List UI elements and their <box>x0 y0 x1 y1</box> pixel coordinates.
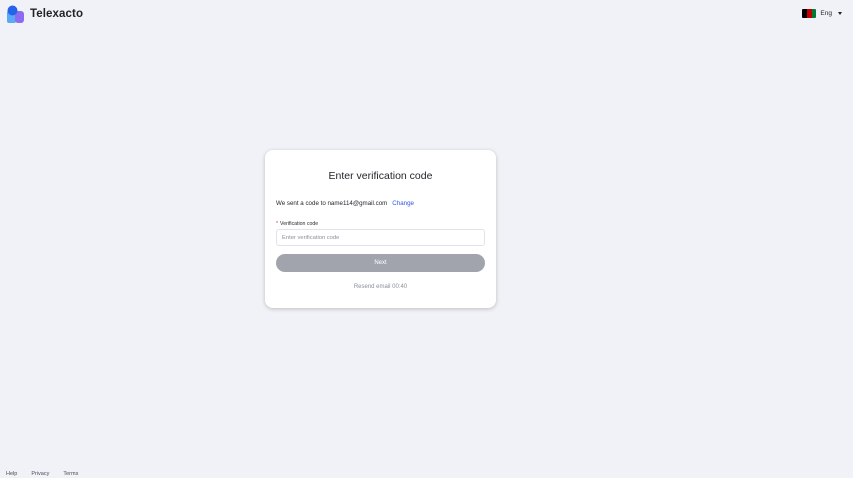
brand-logo[interactable]: Telexacto <box>6 5 83 23</box>
language-selector[interactable]: Eng <box>802 9 842 18</box>
chevron-down-icon <box>838 12 842 15</box>
change-email-link[interactable]: Change <box>392 200 414 207</box>
telexacto-logo-icon <box>7 5 24 23</box>
code-sent-text: We sent a code to name114@gmail.com <box>276 200 388 207</box>
verification-code-label: * Verification code <box>276 221 318 227</box>
brand-name: Telexacto <box>30 8 84 20</box>
flag-icon <box>802 9 817 18</box>
footer-link-help[interactable]: Help <box>6 471 17 477</box>
footer-link-privacy[interactable]: Privacy <box>31 471 49 477</box>
top-bar: Telexacto Eng <box>0 0 853 30</box>
next-button[interactable]: Next <box>276 254 485 272</box>
verification-code-input[interactable] <box>276 229 485 246</box>
verification-code-label-text: Verification code <box>280 221 319 227</box>
verification-card: Enter verification code We sent a code t… <box>265 150 496 308</box>
language-label: Eng <box>820 10 832 17</box>
code-sent-message: We sent a code to name114@gmail.com Chang… <box>276 200 414 207</box>
resend-email-countdown: Resend email 00:40 <box>353 284 408 290</box>
footer-link-terms[interactable]: Terms <box>63 471 78 477</box>
required-mark: * <box>276 221 279 227</box>
page-title: Enter verification code <box>328 170 433 182</box>
footer: Help Privacy Terms <box>6 471 92 477</box>
